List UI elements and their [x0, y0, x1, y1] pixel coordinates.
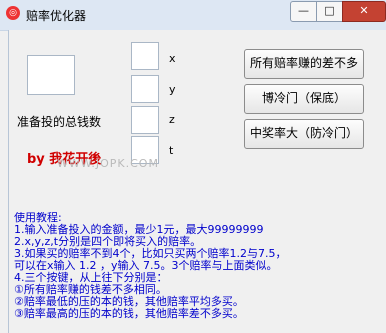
odds-z-input[interactable] [131, 106, 159, 134]
app-icon: ◎ [6, 6, 20, 20]
label-y: y [169, 83, 176, 96]
minimize-button[interactable]: — [290, 1, 317, 22]
help-line: ③赔率最高的压的本的钱，其他赔率差不多买。 [14, 307, 244, 320]
maximize-button[interactable]: □ [316, 1, 343, 22]
total-bet-label: 准备投的总钱数 [17, 115, 102, 129]
odds-x-input[interactable] [131, 42, 159, 70]
odds-y-input[interactable] [131, 75, 159, 103]
cold-button[interactable]: 博冷门（保底） [244, 84, 364, 114]
window-title: 赔率优化器 [26, 9, 87, 23]
title-bar: ◎ 赔率优化器 — □ ✕ [0, 0, 386, 31]
watermark-text: WWW.JOPK.COM [57, 157, 159, 170]
app-window: ◎ 赔率优化器 — □ ✕ x y z t 准备投的总钱数 所有赔率赚的差不多 … [0, 0, 386, 333]
help-text: 使用教程: 1.输入准备投入的金额，最少1元，最大99999999 2.x,y,… [14, 212, 372, 333]
close-button[interactable]: ✕ [342, 1, 386, 22]
label-t: t [169, 144, 174, 157]
all-diff-button[interactable]: 所有赔率赚的差不多 [244, 49, 364, 79]
label-x: x [169, 52, 176, 65]
label-z: z [169, 113, 175, 126]
win-button[interactable]: 中奖率大（防冷门） [244, 119, 364, 149]
total-amount-input[interactable] [27, 55, 75, 95]
